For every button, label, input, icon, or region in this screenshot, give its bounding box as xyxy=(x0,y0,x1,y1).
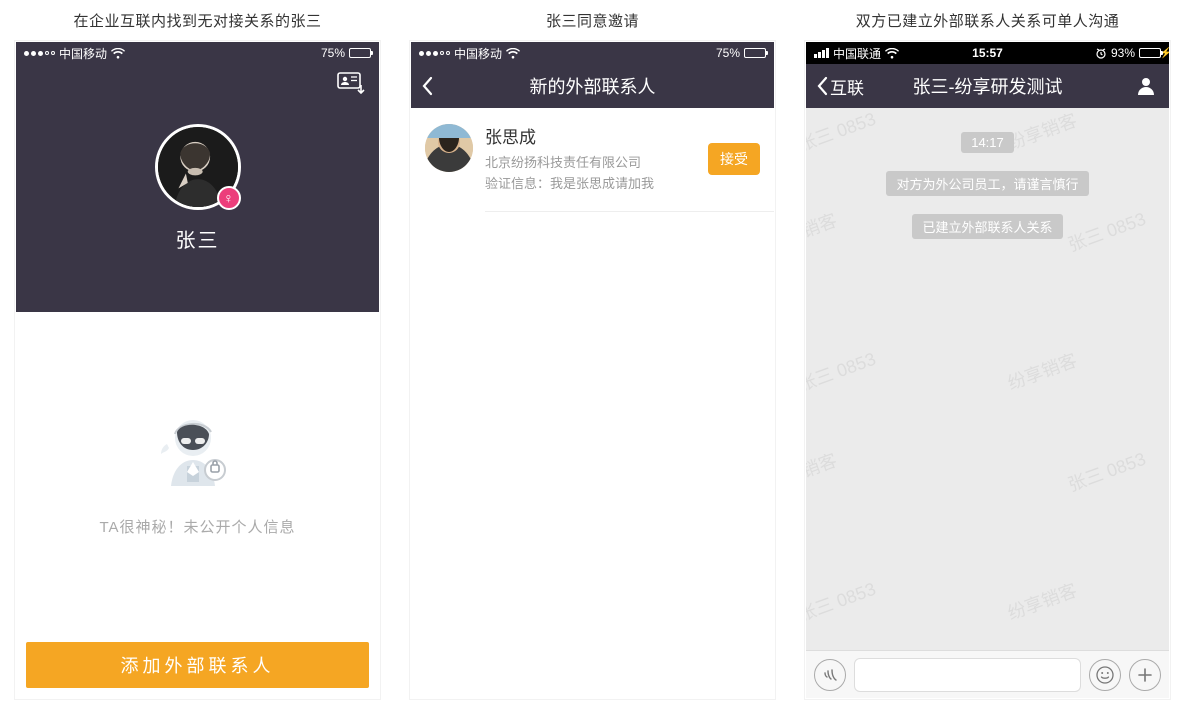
alarm-icon xyxy=(1095,47,1107,59)
person-icon xyxy=(1135,75,1157,97)
wifi-icon xyxy=(506,48,520,59)
battery-icon: ⚡ xyxy=(1139,48,1161,58)
chat-timestamp: 14:17 xyxy=(961,132,1014,153)
chevron-left-icon xyxy=(816,76,828,96)
caption-2: 张三同意邀请 xyxy=(546,10,639,31)
caption-1: 在企业互联内找到无对接关系的张三 xyxy=(73,10,321,31)
status-bar: 中国移动 75% xyxy=(411,42,774,64)
contact-request-row[interactable]: 张思成 北京纷扬科技责任有限公司 验证信息：我是张思成请加我 接受 xyxy=(411,108,774,211)
voice-input-button[interactable] xyxy=(814,659,846,691)
sound-wave-icon xyxy=(822,667,838,683)
chevron-left-icon xyxy=(421,76,433,96)
gender-female-icon: ♀ xyxy=(217,186,241,210)
profile-name: 张三 xyxy=(176,224,220,253)
screen-chat: 中国联通 15:57 93% ⚡ 互联 张三-纷享研发测试 xyxy=(805,41,1170,699)
battery-percent: 93% xyxy=(1111,46,1135,60)
signal-bars-icon xyxy=(814,48,829,58)
battery-percent: 75% xyxy=(321,46,345,60)
caption-3: 双方已建立外部联系人关系可单人沟通 xyxy=(856,10,1120,31)
system-message-warning: 对方为外公司员工，请谨言慎行 xyxy=(886,171,1088,196)
chat-input-bar xyxy=(806,650,1169,698)
profile-header: ♀ 张三 xyxy=(16,64,379,312)
carrier-label: 中国移动 xyxy=(454,45,502,62)
nav-bar: 互联 张三-纷享研发测试 xyxy=(806,64,1169,108)
battery-icon xyxy=(744,48,766,58)
plus-icon xyxy=(1137,667,1153,683)
add-external-contact-button[interactable]: 添加外部联系人 xyxy=(26,642,369,688)
system-message-established: 已建立外部联系人关系 xyxy=(912,214,1062,239)
placeholder-illustration xyxy=(153,408,243,498)
carrier-label: 中国联通 xyxy=(833,45,881,62)
signal-dots-icon xyxy=(419,51,450,56)
more-actions-button[interactable] xyxy=(1129,659,1161,691)
status-bar: 中国联通 15:57 93% ⚡ xyxy=(806,42,1169,64)
request-avatar xyxy=(425,124,473,172)
battery-icon xyxy=(349,48,371,58)
screen-profile: 中国移动 75% ♀ 张三 xyxy=(15,41,380,699)
accept-button[interactable]: 接受 xyxy=(708,143,760,175)
divider xyxy=(485,211,774,212)
nav-title: 新的外部联系人 xyxy=(530,73,656,99)
signal-dots-icon xyxy=(24,51,55,56)
smile-icon xyxy=(1096,666,1114,684)
nav-bar: 新的外部联系人 xyxy=(411,64,774,108)
profile-secret-text: TA很神秘！未公开个人信息 xyxy=(99,516,295,537)
carrier-label: 中国移动 xyxy=(59,45,107,62)
request-verify-message: 验证信息：我是张思成请加我 xyxy=(485,174,696,195)
emoji-button[interactable] xyxy=(1089,659,1121,691)
status-time: 15:57 xyxy=(972,46,1003,60)
business-card-icon[interactable] xyxy=(337,72,365,94)
battery-percent: 75% xyxy=(716,46,740,60)
contact-info-button[interactable] xyxy=(1135,75,1157,97)
request-name: 张思成 xyxy=(485,124,696,151)
nav-title: 张三-纷享研发测试 xyxy=(913,73,1063,99)
back-label: 互联 xyxy=(830,74,864,99)
chat-body[interactable]: 张三 0853 纷享销客 纷享销客 张三 0853 张三 0853 纷享销客 纷… xyxy=(806,108,1169,650)
back-button[interactable]: 互联 xyxy=(816,74,864,99)
wifi-icon xyxy=(885,48,899,59)
message-input[interactable] xyxy=(854,658,1081,692)
back-button[interactable] xyxy=(421,76,433,96)
status-bar: 中国移动 75% xyxy=(16,42,379,64)
wifi-icon xyxy=(111,48,125,59)
request-company: 北京纷扬科技责任有限公司 xyxy=(485,153,696,174)
screen-new-contact: 中国移动 75% 新的外部联系人 张思成 xyxy=(410,41,775,699)
